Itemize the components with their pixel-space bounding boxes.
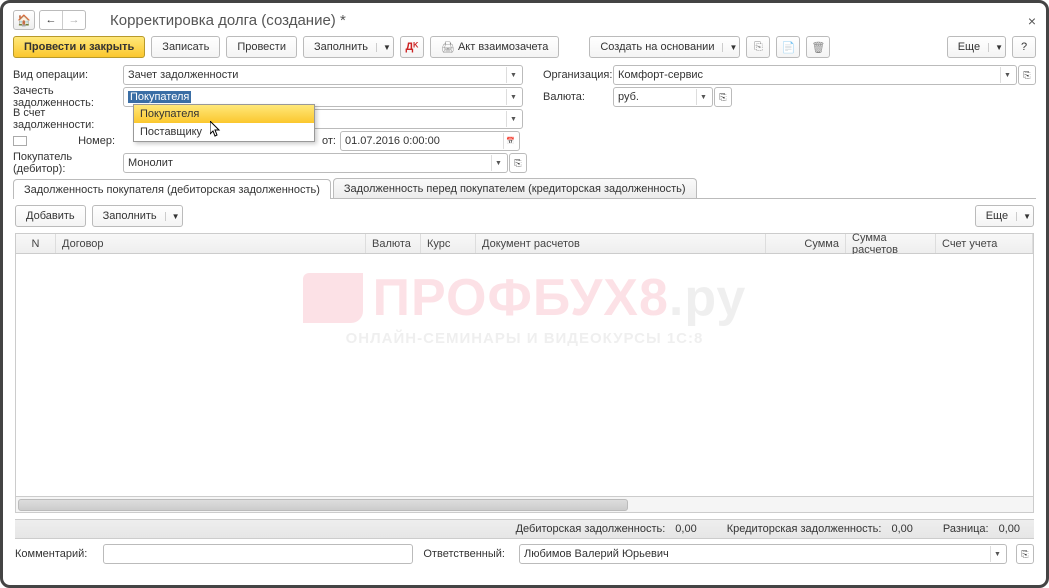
col-rate[interactable]: Курс xyxy=(421,234,476,253)
grid-header: N Договор Валюта Курс Документ расчетов … xyxy=(16,234,1033,254)
watermark: ПРОФБУХ8.ру ОНЛАЙН-СЕМИНАРЫ И ВИДЕОКУРСЫ… xyxy=(16,254,1033,496)
date-input[interactable]: 01.07.2016 0:00:00 📅 xyxy=(340,131,520,151)
chevron-down-icon[interactable]: ▼ xyxy=(990,546,1004,562)
col-calc-sum[interactable]: Сумма расчетов xyxy=(846,234,936,253)
fill-button[interactable]: Заполнить▼ xyxy=(303,36,394,58)
operation-type-label: Вид операции: xyxy=(13,69,123,81)
post-button[interactable]: Провести xyxy=(226,36,297,58)
grid-scrollbar[interactable] xyxy=(16,496,1033,512)
open-responsible-button[interactable]: ⎘ xyxy=(1016,544,1034,564)
tabs: Задолженность покупателя (дебиторская за… xyxy=(13,178,1036,199)
organization-input[interactable]: Комфорт-сервис ▼ xyxy=(613,65,1017,85)
chevron-down-icon[interactable]: ▼ xyxy=(696,89,710,105)
help-button[interactable]: ? xyxy=(1012,36,1036,58)
responsible-input[interactable]: Любимов Валерий Юрьевич ▼ xyxy=(519,544,1007,564)
post-and-close-button[interactable]: Провести и закрыть xyxy=(13,36,145,58)
organization-label: Организация: xyxy=(543,69,613,81)
forward-button[interactable]: → xyxy=(63,11,85,29)
create-based-button[interactable]: Создать на основании▼ xyxy=(589,36,740,58)
titlebar: 🏠 ← → Корректировка долга (создание) * xyxy=(13,10,1036,30)
col-account[interactable]: Счет учета xyxy=(936,234,1033,253)
save-button[interactable]: Записать xyxy=(151,36,220,58)
tab-payable[interactable]: Задолженность перед покупателем (кредито… xyxy=(333,178,697,198)
number-label: Номер: xyxy=(31,135,121,147)
close-button[interactable]: × xyxy=(1028,13,1036,29)
comment-label: Комментарий: xyxy=(15,548,95,560)
diff-label: Разница: xyxy=(943,523,989,535)
attach-button[interactable]: ⎘ xyxy=(746,36,770,58)
buyer-input[interactable]: Монолит ▼ xyxy=(123,153,508,173)
currency-label: Валюта: xyxy=(543,91,613,103)
col-contract[interactable]: Договор xyxy=(56,234,366,253)
receivable-label: Дебиторская задолженность: xyxy=(516,523,666,535)
payable-value: 0,00 xyxy=(891,523,912,535)
responsible-label: Ответственный: xyxy=(421,548,511,560)
comment-input[interactable] xyxy=(103,544,413,564)
home-button[interactable]: 🏠 xyxy=(13,10,35,30)
footer: Комментарий: Ответственный: Любимов Вале… xyxy=(15,543,1034,565)
flag-icon xyxy=(13,136,27,146)
operation-type-input[interactable]: Зачет задолженности ▼ xyxy=(123,65,523,85)
dk-icon-button[interactable]: Дᴷ xyxy=(400,36,424,58)
open-org-button[interactable]: ⎘ xyxy=(1018,65,1036,85)
window-title: Корректировка долга (создание) * xyxy=(110,12,346,29)
sub-toolbar: Добавить Заполнить▼ Еще▼ xyxy=(15,205,1034,227)
chevron-down-icon[interactable]: ▼ xyxy=(506,67,520,83)
totals-bar: Дебиторская задолженность: 0,00 Кредитор… xyxy=(15,519,1034,539)
chevron-down-icon[interactable]: ▼ xyxy=(506,89,520,105)
receivable-value: 0,00 xyxy=(675,523,696,535)
currency-input[interactable]: руб. ▼ xyxy=(613,87,713,107)
scrollbar-thumb[interactable] xyxy=(18,499,628,511)
payable-label: Кредиторская задолженность: xyxy=(727,523,882,535)
dropdown-option-supplier[interactable]: Поставщику xyxy=(134,123,314,141)
against-debt-input[interactable]: ▼ xyxy=(308,109,523,129)
calendar-icon[interactable]: 📅 xyxy=(503,133,517,149)
open-buyer-button[interactable]: ⎘ xyxy=(509,153,527,173)
chevron-down-icon[interactable]: ▼ xyxy=(1000,67,1014,83)
against-debt-label: В счет задолженности: xyxy=(13,107,123,131)
back-button[interactable]: ← xyxy=(40,11,62,29)
main-toolbar: Провести и закрыть Записать Провести Зап… xyxy=(13,36,1036,58)
more-button[interactable]: Еще▼ xyxy=(947,36,1006,58)
chevron-down-icon[interactable]: ▼ xyxy=(506,111,520,127)
open-currency-button[interactable]: ⎘ xyxy=(714,87,732,107)
grid-body[interactable]: ПРОФБУХ8.ру ОНЛАЙН-СЕМИНАРЫ И ВИДЕОКУРСЫ… xyxy=(16,254,1033,496)
tab-receivable[interactable]: Задолженность покупателя (дебиторская за… xyxy=(13,179,331,199)
col-doc[interactable]: Документ расчетов xyxy=(476,234,766,253)
settings-icon-button[interactable]: 📄 xyxy=(776,36,800,58)
against-debt-dropdown: Покупателя Поставщику xyxy=(133,104,315,142)
nav-group: ← → xyxy=(39,10,86,30)
delete-mark-button[interactable]: 🗑 xyxy=(806,36,830,58)
chevron-down-icon[interactable]: ▼ xyxy=(491,155,505,171)
dropdown-option-buyer[interactable]: Покупателя xyxy=(134,105,314,123)
col-sum[interactable]: Сумма xyxy=(766,234,846,253)
fill-sub-button[interactable]: Заполнить▼ xyxy=(92,205,183,227)
add-button[interactable]: Добавить xyxy=(15,205,86,227)
data-grid: N Договор Валюта Курс Документ расчетов … xyxy=(15,233,1034,513)
offset-act-button[interactable]: 🖨 Акт взаимозачета xyxy=(430,36,559,58)
col-currency[interactable]: Валюта xyxy=(366,234,421,253)
col-n[interactable]: N xyxy=(16,234,56,253)
diff-value: 0,00 xyxy=(999,523,1020,535)
offset-debt-label: Зачесть задолженность: xyxy=(13,85,123,109)
buyer-label: Покупатель (дебитор): xyxy=(13,151,123,175)
more-sub-button[interactable]: Еще▼ xyxy=(975,205,1034,227)
